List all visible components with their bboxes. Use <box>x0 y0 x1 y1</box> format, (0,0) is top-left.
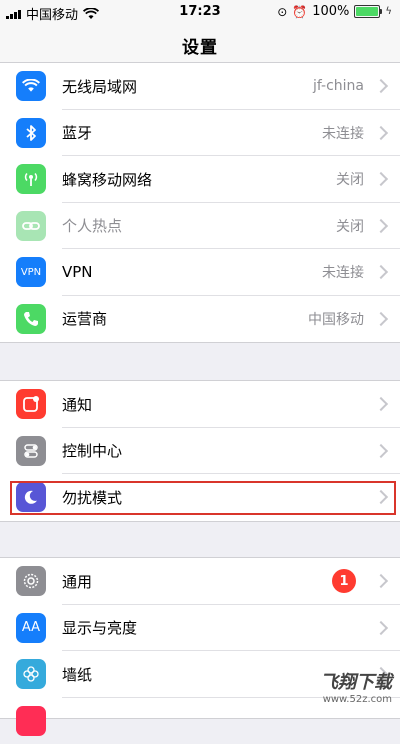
row-label: 控制中心 <box>62 440 122 461</box>
settings-row-do-not-disturb[interactable]: 勿扰模式 <box>0 474 400 521</box>
battery-icon <box>354 5 380 18</box>
row-label: 蜂窝移动网络 <box>62 169 152 190</box>
chevron-right-icon <box>374 219 388 233</box>
gear-icon <box>16 566 46 596</box>
settings-row-wifi[interactable]: 无线局域网 jf-china <box>0 63 400 110</box>
settings-row-hotspot[interactable]: 个人热点 关闭 <box>0 203 400 250</box>
row-label: 墙纸 <box>62 664 92 685</box>
chevron-right-icon <box>374 397 388 411</box>
chevron-right-icon <box>374 444 388 458</box>
hotspot-icon <box>16 211 46 241</box>
settings-row-notifications[interactable]: 通知 <box>0 381 400 428</box>
chevron-right-icon <box>374 490 388 504</box>
settings-row-display[interactable]: AA 显示与亮度 <box>0 605 400 652</box>
battery-percent: 100% <box>312 4 349 19</box>
row-value: 未连接 <box>322 123 364 143</box>
chevron-right-icon <box>374 126 388 140</box>
phone-icon <box>16 304 46 334</box>
watermark: 飞翔下载 www.52z.com <box>320 668 392 705</box>
settings-group-network: 无线局域网 jf-china 蓝牙 未连接 蜂窝移动网络 关闭 个人热点 关闭 … <box>0 62 400 343</box>
settings-row-control-center[interactable]: 控制中心 <box>0 428 400 475</box>
display-icon: AA <box>16 613 46 643</box>
notifications-icon <box>16 389 46 419</box>
row-label: 勿扰模式 <box>62 487 122 508</box>
bluetooth-icon <box>16 118 46 148</box>
chevron-right-icon <box>374 621 388 635</box>
settings-row-general[interactable]: 通用 1 <box>0 558 400 605</box>
row-label: 通用 <box>62 571 92 592</box>
settings-row-carrier[interactable]: 运营商 中国移动 <box>0 296 400 343</box>
row-value: 未连接 <box>322 262 364 282</box>
settings-row-cellular[interactable]: 蜂窝移动网络 关闭 <box>0 156 400 203</box>
wifi-icon <box>16 71 46 101</box>
vpn-icon: VPN <box>16 257 46 287</box>
status-bar: 中国移动 17:23 ⊙ ⏰ 100% ϟ <box>0 0 400 22</box>
settings-row-vpn[interactable]: VPN VPN 未连接 <box>0 249 400 296</box>
watermark-title: 飞翔下载 <box>320 668 392 694</box>
page-title: 设置 <box>182 33 218 58</box>
cellular-icon <box>16 164 46 194</box>
chevron-right-icon <box>374 574 388 588</box>
watermark-url: www.52z.com <box>320 694 392 705</box>
chevron-right-icon <box>374 172 388 186</box>
sounds-icon <box>16 706 46 736</box>
row-label: 显示与亮度 <box>62 617 137 638</box>
row-value: 关闭 <box>336 216 364 236</box>
settings-row-bluetooth[interactable]: 蓝牙 未连接 <box>0 110 400 157</box>
alarm-icon: ⏰ <box>292 5 307 19</box>
wallpaper-icon <box>16 659 46 689</box>
row-label: 运营商 <box>62 308 107 329</box>
row-label: 蓝牙 <box>62 122 92 143</box>
row-label: 无线局域网 <box>62 76 137 97</box>
row-value: jf-china <box>313 78 364 94</box>
row-label: VPN <box>62 263 93 281</box>
row-label: 个人热点 <box>62 215 122 236</box>
chevron-right-icon <box>374 265 388 279</box>
charging-icon: ϟ <box>385 6 392 17</box>
settings-group-notifications: 通知 控制中心 勿扰模式 <box>0 380 400 522</box>
rotation-lock-icon: ⊙ <box>277 5 287 19</box>
row-value: 关闭 <box>336 169 364 189</box>
control-center-icon <box>16 436 46 466</box>
chevron-right-icon <box>374 79 388 93</box>
row-value: 中国移动 <box>308 309 364 329</box>
row-label: 通知 <box>62 394 92 415</box>
update-badge: 1 <box>332 569 356 593</box>
do-not-disturb-icon <box>16 482 46 512</box>
status-right: ⊙ ⏰ 100% ϟ <box>277 4 392 19</box>
chevron-right-icon <box>374 312 388 326</box>
